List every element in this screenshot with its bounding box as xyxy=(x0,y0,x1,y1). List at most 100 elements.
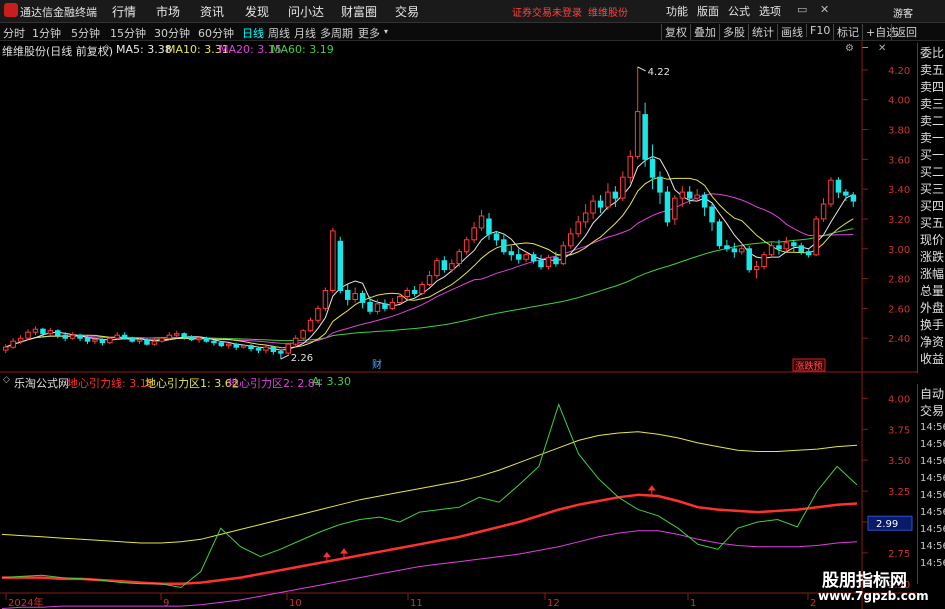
candle-up[interactable] xyxy=(575,221,581,235)
candle-down[interactable] xyxy=(359,293,366,303)
candle-up[interactable] xyxy=(828,179,834,205)
candle-up[interactable] xyxy=(292,337,299,345)
candle-down[interactable] xyxy=(493,233,500,241)
candle-down[interactable] xyxy=(597,200,604,208)
candle-up[interactable] xyxy=(582,212,589,223)
candle-up[interactable] xyxy=(196,337,202,341)
candle-up[interactable] xyxy=(694,194,700,199)
candle-down[interactable] xyxy=(553,257,559,265)
candle-up[interactable] xyxy=(634,111,641,157)
candle-up[interactable] xyxy=(300,330,306,339)
candle-down[interactable] xyxy=(724,245,730,250)
candle-down[interactable] xyxy=(188,336,195,341)
candle-down[interactable] xyxy=(55,330,61,336)
candle-down[interactable] xyxy=(77,334,83,339)
candle-up[interactable] xyxy=(471,227,477,241)
candle-down[interactable] xyxy=(746,248,752,271)
candle-down[interactable] xyxy=(121,334,128,339)
candle-down[interactable] xyxy=(40,328,46,335)
candle-up[interactable] xyxy=(352,293,358,300)
candle-up[interactable] xyxy=(523,254,529,260)
candle-up[interactable] xyxy=(590,200,596,214)
candle-down[interactable] xyxy=(248,345,254,350)
candle-down[interactable] xyxy=(642,114,648,160)
candle-up[interactable] xyxy=(136,339,143,342)
candle-down[interactable] xyxy=(731,248,738,253)
candle-up[interactable] xyxy=(449,263,455,271)
candle-up[interactable] xyxy=(568,233,574,247)
candle-down[interactable] xyxy=(99,339,106,344)
candle-up[interactable] xyxy=(174,333,180,336)
candle-up[interactable] xyxy=(25,331,31,339)
candle-up[interactable] xyxy=(92,339,98,342)
charts-canvas[interactable]: 4.20 4.00 3.80 3.60 3.40 3.20 3.00 2.80 2.60 2.40… xyxy=(0,0,945,609)
candle-up[interactable] xyxy=(783,242,790,250)
candle-down[interactable] xyxy=(657,176,663,193)
candle-up[interactable] xyxy=(404,290,410,297)
candle-down[interactable] xyxy=(144,339,150,345)
candle-up[interactable] xyxy=(820,203,827,220)
candle-up[interactable] xyxy=(263,346,269,351)
candle-up[interactable] xyxy=(107,337,113,344)
candle-up[interactable] xyxy=(768,245,775,256)
candle-down[interactable] xyxy=(843,191,849,196)
candle-down[interactable] xyxy=(337,240,344,292)
candle-down[interactable] xyxy=(798,245,804,253)
candle-up[interactable] xyxy=(10,340,16,348)
candle-down[interactable] xyxy=(716,221,723,247)
candle-up[interactable] xyxy=(560,245,567,265)
candle-up[interactable] xyxy=(620,176,626,199)
candle-up[interactable] xyxy=(605,191,611,208)
candle-down[interactable] xyxy=(255,348,262,351)
candle-down[interactable] xyxy=(709,206,715,223)
tick-panel-header[interactable]: 自动 xyxy=(920,386,944,402)
candle-down[interactable] xyxy=(664,191,671,223)
candle-up[interactable] xyxy=(627,155,633,178)
candle-down[interactable] xyxy=(203,337,210,342)
candle-down[interactable] xyxy=(612,191,619,199)
candle-down[interactable] xyxy=(805,251,812,256)
candle-up[interactable] xyxy=(397,296,403,303)
candle-up[interactable] xyxy=(17,337,24,342)
candle-down[interactable] xyxy=(345,290,351,300)
candle-down[interactable] xyxy=(791,242,797,247)
candle-down[interactable] xyxy=(233,343,239,348)
candle-down[interactable] xyxy=(441,260,448,271)
candle-down[interactable] xyxy=(62,334,68,339)
candle-down[interactable] xyxy=(538,260,544,268)
candle-down[interactable] xyxy=(181,333,187,338)
candle-down[interactable] xyxy=(776,245,782,250)
candle-up[interactable] xyxy=(322,290,329,309)
candle-down[interactable] xyxy=(516,254,522,260)
candle-up[interactable] xyxy=(456,251,462,265)
candle-up[interactable] xyxy=(545,257,552,268)
candle-down[interactable] xyxy=(270,346,277,353)
candle-down[interactable] xyxy=(649,158,656,178)
candle-up[interactable] xyxy=(463,239,470,253)
candle-down[interactable] xyxy=(129,337,135,342)
candle-down[interactable] xyxy=(218,342,225,347)
candle-up[interactable] xyxy=(159,337,165,342)
candle-up[interactable] xyxy=(672,197,678,220)
candle-up[interactable] xyxy=(679,191,686,199)
candle-up[interactable] xyxy=(285,343,291,354)
candle-up[interactable] xyxy=(32,328,39,333)
candle-up[interactable] xyxy=(761,254,767,268)
candle-up[interactable] xyxy=(753,266,760,271)
candle-down[interactable] xyxy=(530,254,537,262)
candle-down[interactable] xyxy=(486,218,492,235)
candle-up[interactable] xyxy=(114,334,120,339)
candle-up[interactable] xyxy=(47,330,54,335)
candle-down[interactable] xyxy=(687,191,693,199)
candle-up[interactable] xyxy=(315,307,321,321)
candle-down[interactable] xyxy=(701,194,708,208)
candle-up[interactable] xyxy=(434,260,440,277)
candle-down[interactable] xyxy=(211,340,217,344)
candle-up[interactable] xyxy=(419,284,425,294)
candle-up[interactable] xyxy=(389,301,396,309)
candle-down[interactable] xyxy=(367,301,373,312)
candle-up[interactable] xyxy=(240,345,247,348)
candle-up[interactable] xyxy=(330,230,336,291)
candle-up[interactable] xyxy=(307,319,314,332)
candle-up[interactable] xyxy=(426,275,433,286)
